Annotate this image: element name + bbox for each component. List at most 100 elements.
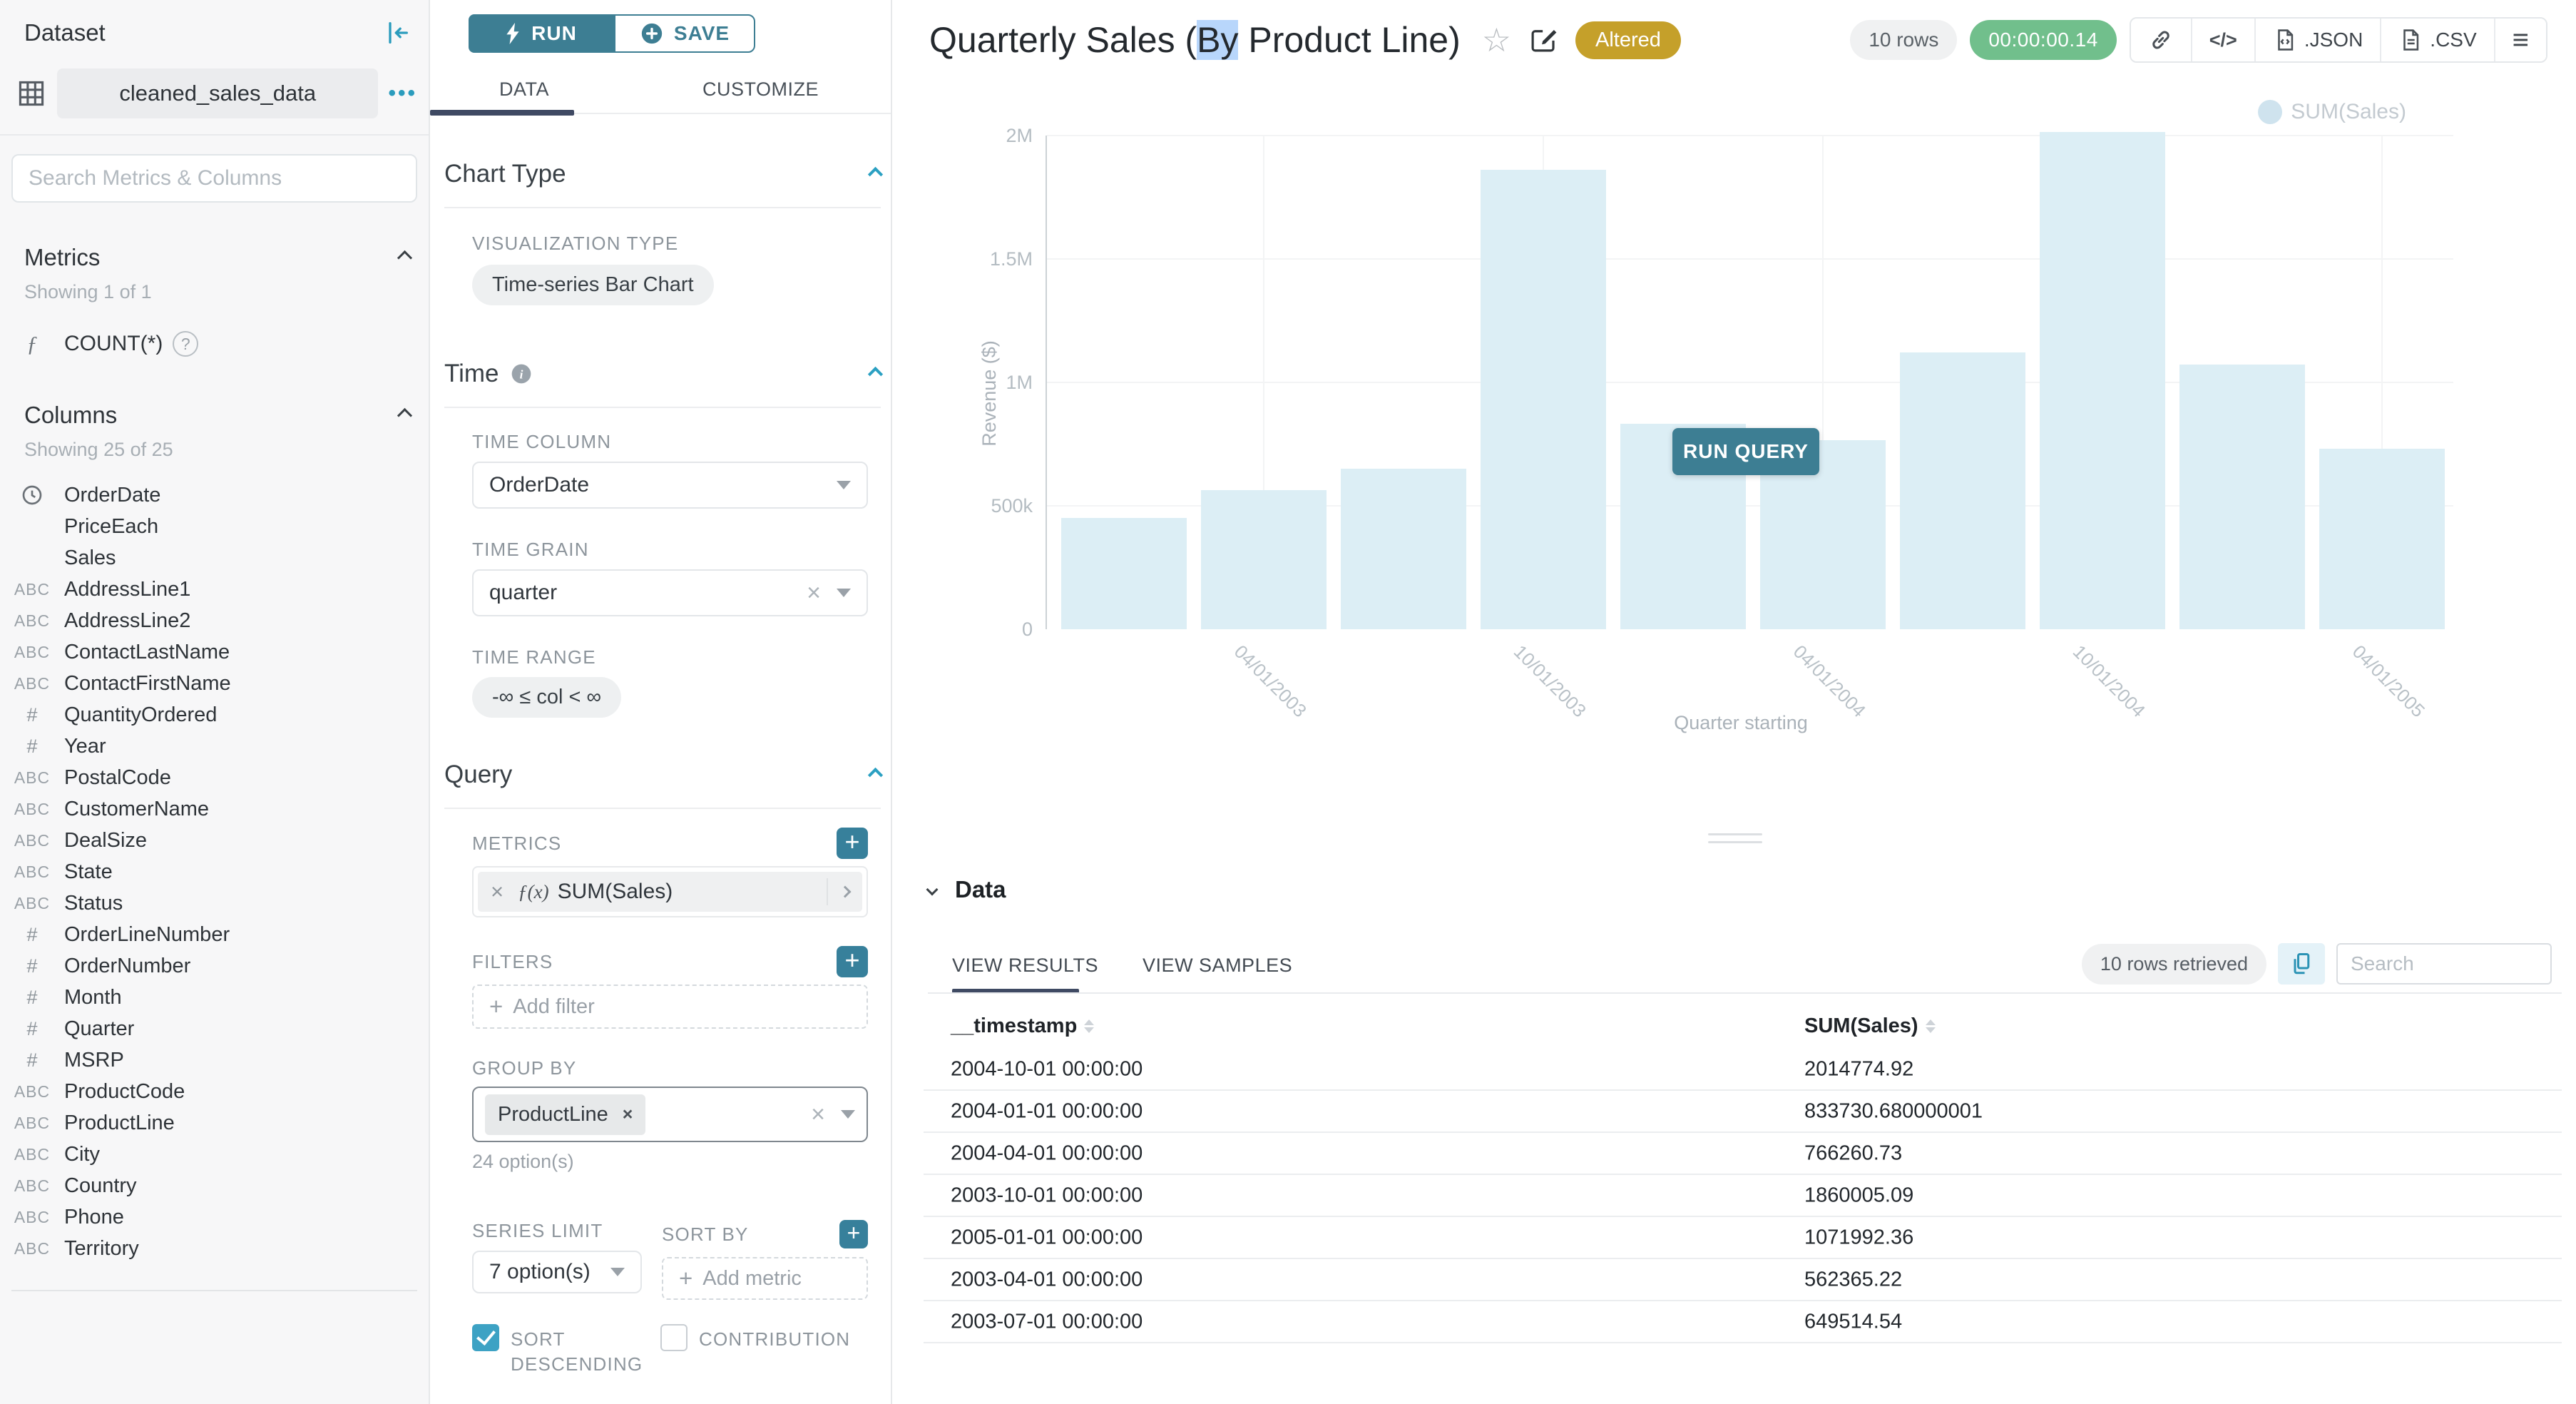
favorite-star-icon[interactable]: ☆	[1482, 24, 1511, 56]
time-grain-select[interactable]: quarter ×	[472, 569, 868, 616]
series-limit-select[interactable]: 7 option(s)	[472, 1251, 642, 1293]
add-filter-dropzone[interactable]: +Add filter	[472, 985, 868, 1029]
tab-customize[interactable]: CUSTOMIZE	[702, 78, 819, 101]
bar[interactable]	[1481, 170, 1606, 629]
export-json-button[interactable]: .JSON	[2254, 19, 2380, 61]
column-item[interactable]: ABCAddressLine1	[0, 574, 429, 605]
group-by-select[interactable]: ProductLine× ×	[472, 1087, 868, 1142]
column-item[interactable]: ABCStatus	[0, 887, 429, 919]
viz-type-value[interactable]: Time-series Bar Chart	[472, 265, 714, 305]
column-item[interactable]: ABCCity	[0, 1139, 429, 1170]
add-metric-plus-button[interactable]: +	[837, 828, 868, 859]
collapse-panel-icon[interactable]	[382, 17, 413, 49]
column-header-sum-sales[interactable]: SUM(Sales)	[1804, 1014, 1936, 1038]
chevron-up-icon[interactable]	[397, 250, 412, 265]
run-query-button[interactable]: RUN QUERY	[1672, 428, 1819, 475]
caret-down-icon[interactable]	[841, 1110, 855, 1119]
remove-tag-icon[interactable]: ×	[623, 1104, 633, 1125]
bar[interactable]	[2040, 132, 2165, 629]
info-icon[interactable]: i	[510, 362, 533, 385]
chevron-right-icon[interactable]	[839, 886, 852, 898]
tab-data[interactable]: DATA	[499, 78, 549, 101]
column-item[interactable]: ABCContactFirstName	[0, 668, 429, 699]
group-by-tag[interactable]: ProductLine×	[485, 1094, 645, 1135]
copy-data-button[interactable]	[2278, 943, 2325, 985]
column-item[interactable]: ABCDealSize	[0, 825, 429, 856]
sort-icon[interactable]	[1084, 1019, 1094, 1033]
column-item[interactable]: PriceEach	[0, 511, 429, 542]
search-metrics-input[interactable]	[11, 154, 417, 203]
question-icon[interactable]: ?	[173, 331, 198, 357]
column-item[interactable]: #QuantityOrdered	[0, 699, 429, 731]
view-query-button[interactable]: </>	[2191, 19, 2254, 61]
column-item[interactable]: ABCProductCode	[0, 1076, 429, 1107]
tab-view-samples[interactable]: VIEW SAMPLES	[1143, 955, 1292, 977]
column-item[interactable]: ABCCustomerName	[0, 793, 429, 825]
table-row[interactable]: 2004-04-01 00:00:00766260.73	[924, 1133, 2562, 1175]
add-sort-metric-dropzone[interactable]: +Add metric	[662, 1257, 868, 1300]
clear-icon[interactable]: ×	[811, 1101, 825, 1129]
bar[interactable]	[1900, 352, 2025, 629]
chevron-up-icon[interactable]	[868, 767, 883, 782]
remove-metric-icon[interactable]: ×	[491, 879, 504, 905]
add-sort-metric-plus-button[interactable]: +	[839, 1220, 868, 1248]
time-range-value[interactable]: -∞ ≤ col < ∞	[472, 677, 621, 718]
table-row[interactable]: 2003-04-01 00:00:00562365.22	[924, 1259, 2562, 1301]
bar[interactable]	[1341, 469, 1466, 629]
column-item[interactable]: OrderDate	[0, 479, 429, 511]
column-item[interactable]: #OrderLineNumber	[0, 919, 429, 950]
chevron-down-icon[interactable]	[926, 884, 939, 896]
column-item[interactable]: #Year	[0, 731, 429, 762]
column-item[interactable]: ABCCountry	[0, 1170, 429, 1201]
chart-menu-button[interactable]: ≡	[2494, 19, 2546, 61]
tab-view-results[interactable]: VIEW RESULTS	[952, 955, 1098, 977]
column-item[interactable]: #MSRP	[0, 1044, 429, 1076]
clear-icon[interactable]: ×	[807, 579, 821, 607]
sort-descending-checkbox[interactable]: SORT DESCENDING	[472, 1324, 660, 1377]
chart-legend[interactable]: SUM(Sales)	[2258, 100, 2406, 124]
column-item[interactable]: ABCProductLine	[0, 1107, 429, 1139]
column-item[interactable]: #OrderNumber	[0, 950, 429, 982]
bar[interactable]	[1061, 518, 1187, 629]
metric-item[interactable]: ƒ COUNT(*) ?	[0, 327, 429, 360]
altered-badge[interactable]: Altered	[1575, 21, 1681, 59]
dataset-name[interactable]: cleaned_sales_data	[57, 68, 378, 118]
column-item[interactable]: #Month	[0, 982, 429, 1013]
column-item[interactable]: ABCPhone	[0, 1201, 429, 1233]
panel-resize-handle[interactable]	[1708, 828, 1762, 846]
run-button[interactable]: RUN	[469, 14, 614, 53]
chevron-up-icon[interactable]	[868, 366, 883, 381]
column-item[interactable]: ABCAddressLine2	[0, 605, 429, 636]
metric-pill[interactable]: × ƒ(x) SUM(Sales)	[478, 872, 862, 912]
save-button[interactable]: SAVE	[614, 14, 755, 53]
table-row[interactable]: 2003-07-01 00:00:00649514.54	[924, 1301, 2562, 1343]
checkbox-icon[interactable]	[472, 1324, 499, 1351]
table-row[interactable]: 2003-10-01 00:00:001860005.09	[924, 1175, 2562, 1217]
chevron-up-icon[interactable]	[868, 166, 883, 181]
dataset-options-icon[interactable]: •••	[385, 81, 420, 106]
edit-title-icon[interactable]	[1528, 25, 1558, 55]
bar[interactable]	[2179, 365, 2305, 629]
chevron-up-icon[interactable]	[397, 407, 412, 422]
contribution-checkbox[interactable]: CONTRIBUTION	[660, 1324, 850, 1377]
bar[interactable]	[1201, 490, 1327, 629]
column-item[interactable]: #Quarter	[0, 1013, 429, 1044]
column-item[interactable]: Sales	[0, 542, 429, 574]
table-row[interactable]: 2004-01-01 00:00:00833730.680000001	[924, 1091, 2562, 1133]
checkbox-icon[interactable]	[660, 1324, 688, 1351]
table-row[interactable]: 2004-10-01 00:00:002014774.92	[924, 1049, 2562, 1091]
column-item[interactable]: ABCTerritory	[0, 1233, 429, 1264]
column-item[interactable]: ABCState	[0, 856, 429, 887]
share-link-button[interactable]	[2131, 19, 2191, 61]
column-item[interactable]: ABCPostalCode	[0, 762, 429, 793]
chart-title[interactable]: Quarterly Sales (By Product Line)	[929, 19, 1461, 61]
column-header-timestamp[interactable]: __timestamp	[951, 1014, 1094, 1038]
chart-plot-area[interactable]: 0500k1M1.5M2M04/01/200310/01/200304/01/2…	[1046, 136, 2453, 629]
add-filter-plus-button[interactable]: +	[837, 946, 868, 977]
column-item[interactable]: ABCContactLastName	[0, 636, 429, 668]
sort-icon[interactable]	[1926, 1019, 1936, 1033]
bar[interactable]	[2319, 449, 2445, 629]
time-column-select[interactable]: OrderDate	[472, 462, 868, 509]
export-csv-button[interactable]: .CSV	[2380, 19, 2493, 61]
data-search-input[interactable]	[2336, 943, 2552, 985]
